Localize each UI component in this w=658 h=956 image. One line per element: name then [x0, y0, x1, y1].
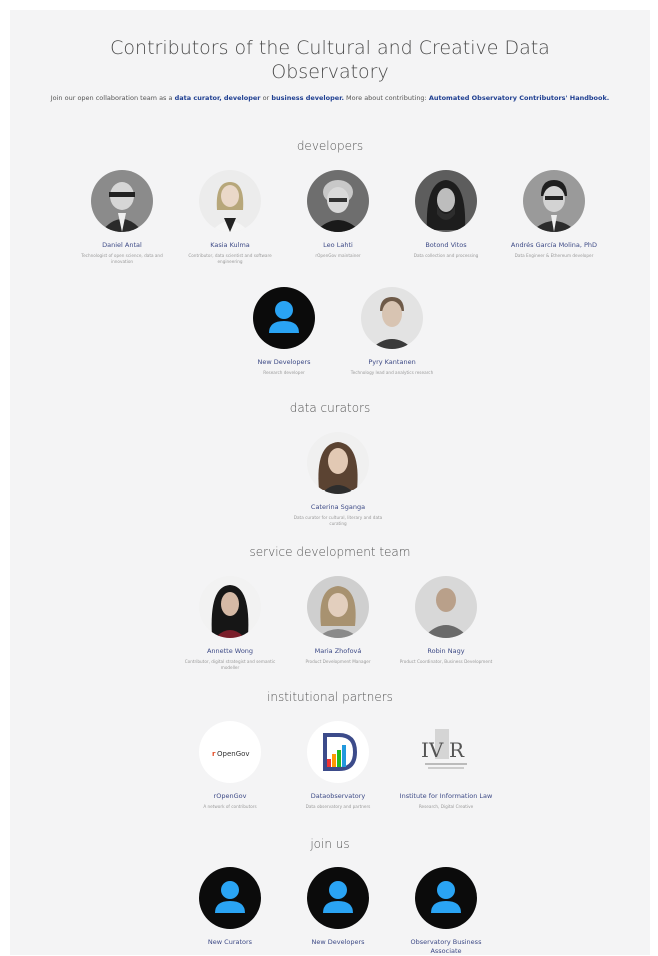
avatar [523, 170, 585, 232]
partner-name: Dataobservatory [310, 792, 366, 800]
partner-card[interactable]: Dataobservatory Data observatory and par… [288, 721, 388, 810]
person-role: Data Engineer & Ethereum developer [514, 253, 594, 258]
person-card[interactable]: Pyry Kantanen Technology lead and analyt… [342, 287, 442, 376]
avatar [415, 170, 477, 232]
person-placeholder-icon [415, 867, 477, 929]
partner-name: Institute for Information Law [399, 792, 493, 800]
person-card[interactable]: Andrés García Molina, PhD Data Engineer … [504, 170, 604, 259]
intro-text-part: More about contributing: [346, 94, 427, 102]
intro-text: Join our open collaboration team as a da… [50, 92, 610, 105]
partner-card[interactable]: r OpenGov rOpenGov A network of contribu… [180, 721, 280, 810]
person-name: Kasia Kulma [210, 241, 250, 249]
section-title-partners: institutional partners [267, 690, 393, 704]
person-photo [523, 170, 585, 232]
partner-name: rOpenGov [213, 792, 247, 800]
svg-text:IV: IV [421, 738, 444, 762]
avatar [361, 287, 423, 349]
svg-text:OpenGov: OpenGov [217, 750, 250, 758]
handbook-link[interactable]: Automated Observatory Contributors' Hand… [429, 94, 609, 102]
person-photo [415, 576, 477, 638]
person-role: Technology lead and analytics research [350, 370, 434, 375]
svg-text:R: R [449, 738, 465, 762]
person-photo [91, 170, 153, 232]
data-curator-link[interactable]: data curator, [175, 94, 222, 102]
person-name: Caterina Sganga [310, 503, 366, 511]
join-card[interactable]: New Developers [288, 867, 388, 947]
person-name: Maria Zhofová [314, 647, 362, 655]
person-role: Research developer [263, 370, 305, 375]
partner-role: A network of contributors [203, 804, 257, 809]
ivir-logo: IV R [415, 721, 477, 783]
person-role: Data curator for cultural, literary and … [293, 515, 383, 526]
avatar [253, 287, 315, 349]
person-role: rOpenGov maintainer [315, 253, 361, 258]
section-title-developers: developers [296, 139, 364, 153]
ropengov-logo: r OpenGov [199, 721, 261, 783]
join-role-name: New Developers [311, 938, 365, 946]
person-photo [361, 287, 423, 349]
avatar [307, 170, 369, 232]
avatar [199, 867, 261, 929]
person-role: Technologist of open science, data and i… [81, 253, 163, 264]
section-title-data-curators: data curators [289, 401, 371, 415]
developer-link[interactable]: developer [224, 94, 261, 102]
person-card[interactable]: Robin Nagy Product Coordinator, Business… [396, 576, 496, 665]
section-title-service-team: service development team [249, 545, 411, 559]
person-photo [415, 170, 477, 232]
person-name: Andrés García Molina, PhD [510, 241, 598, 249]
avatar [307, 432, 369, 494]
person-name: New Developers [257, 358, 311, 366]
person-card[interactable]: Annette Wong Contributor, digital strate… [180, 576, 280, 671]
person-photo [307, 576, 369, 638]
join-role-name: New Curators [207, 938, 253, 946]
business-developer-link[interactable]: business developer. [271, 94, 344, 102]
page-container: Contributors of the Cultural and Creativ… [10, 10, 650, 955]
person-name: Annette Wong [206, 647, 254, 655]
join-card[interactable]: New Curators [180, 867, 280, 947]
person-name: Botond Vitos [425, 241, 467, 249]
person-card[interactable]: Maria Zhofová Product Development Manage… [288, 576, 388, 665]
person-photo [199, 170, 261, 232]
person-name: Robin Nagy [427, 647, 465, 655]
person-card[interactable]: New Developers Research developer [234, 287, 334, 376]
partner-role: Research, Digital Creative [418, 804, 474, 809]
avatar [415, 867, 477, 929]
person-card[interactable]: Daniel Antal Technologist of open scienc… [72, 170, 172, 265]
person-placeholder-icon [253, 287, 315, 349]
person-name: Pyry Kantanen [368, 358, 416, 366]
person-role: Product Development Manager [305, 659, 371, 664]
intro-text-part: Join our open collaboration team as a [50, 94, 173, 102]
person-role: Contributor, digital strategist and sema… [184, 659, 276, 670]
svg-text:r: r [212, 750, 216, 758]
dataobservatory-logo [307, 721, 369, 783]
person-photo [307, 170, 369, 232]
avatar [415, 576, 477, 638]
person-role: Contributor, data scientist and software… [188, 253, 272, 264]
avatar [199, 170, 261, 232]
person-card[interactable]: Leo Lahti rOpenGov maintainer [288, 170, 388, 259]
page-title: Contributors of the Cultural and Creativ… [110, 37, 550, 83]
avatar [199, 576, 261, 638]
partner-role: Data observatory and partners [305, 804, 371, 809]
intro-text-part: or [262, 94, 270, 102]
person-photo [199, 576, 261, 638]
person-placeholder-icon [199, 867, 261, 929]
avatar [91, 170, 153, 232]
partner-card[interactable]: IV R Institute for Information Law Resea… [396, 721, 496, 810]
section-title-join-us: join us [310, 837, 350, 851]
person-placeholder-icon [307, 867, 369, 929]
avatar [307, 867, 369, 929]
join-card[interactable]: Observatory Business Associate [396, 867, 496, 956]
person-role: Product Coordinator, Business Developmen… [399, 659, 493, 664]
person-role: Data collection and processing [413, 253, 479, 258]
avatar [307, 576, 369, 638]
person-card[interactable]: Kasia Kulma Contributor, data scientist … [180, 170, 280, 265]
person-card[interactable]: Caterina Sganga Data curator for cultura… [288, 432, 388, 527]
person-name: Daniel Antal [102, 241, 142, 249]
person-photo [307, 432, 369, 494]
person-card[interactable]: Botond Vitos Data collection and process… [396, 170, 496, 259]
person-name: Leo Lahti [323, 241, 353, 249]
join-role-name: Observatory Business Associate [410, 938, 482, 955]
